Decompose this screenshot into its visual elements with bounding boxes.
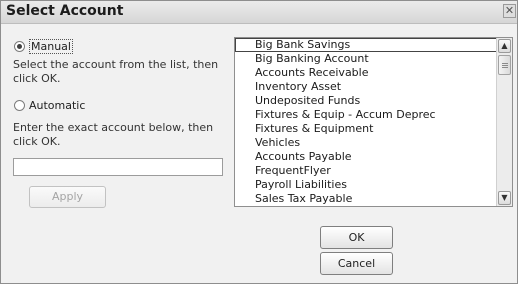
select-account-dialog: Select Account ✕ Manual Select the accou…: [0, 0, 518, 284]
scroll-up-icon[interactable]: ▲: [498, 39, 511, 53]
account-list-item[interactable]: Undeposited Funds: [235, 94, 497, 108]
automatic-radio-option[interactable]: Automatic: [14, 99, 85, 112]
manual-radio-option[interactable]: Manual: [14, 39, 73, 54]
account-list-item[interactable]: Big Banking Account: [235, 52, 497, 66]
apply-button[interactable]: Apply: [29, 186, 106, 208]
automatic-instruction: Enter the exact account below, then clic…: [13, 121, 214, 148]
dialog-title: Select Account: [6, 3, 124, 19]
account-list-item[interactable]: Accounts Receivable: [235, 66, 497, 80]
scroll-down-icon[interactable]: ▼: [498, 191, 511, 205]
ok-button[interactable]: OK: [320, 226, 393, 249]
account-list-item[interactable]: Accounts Payable: [235, 150, 497, 164]
account-list-item[interactable]: Payroll Liabilities: [235, 178, 497, 192]
account-list-item[interactable]: Fixtures & Equipment: [235, 122, 497, 136]
account-listbox[interactable]: Big Bank Savings Big Banking Account Accou…: [234, 37, 513, 207]
account-list-item[interactable]: Fixtures & Equip - Accum Deprec: [235, 108, 497, 122]
scroll-thumb[interactable]: [498, 55, 511, 75]
account-list: Big Bank Savings Big Banking Account Accou…: [235, 38, 497, 206]
list-scrollbar[interactable]: ▲ ▼: [496, 38, 512, 206]
automatic-radio-label[interactable]: Automatic: [29, 99, 85, 112]
manual-radio-button[interactable]: [14, 41, 25, 52]
manual-instruction: Select the account from the list, then c…: [13, 58, 219, 85]
account-list-item[interactable]: FrequentFlyer: [235, 164, 497, 178]
automatic-radio-button[interactable]: [14, 100, 25, 111]
account-list-item[interactable]: Vehicles: [235, 136, 497, 150]
account-list-item[interactable]: Sales Tax Payable: [235, 192, 497, 206]
cancel-button[interactable]: Cancel: [320, 252, 393, 275]
account-list-item[interactable]: Big Bank Savings: [235, 38, 497, 52]
exact-account-input[interactable]: [13, 158, 223, 176]
close-icon[interactable]: ✕: [503, 4, 516, 18]
account-list-item[interactable]: Inventory Asset: [235, 80, 497, 94]
title-bar[interactable]: Select Account ✕: [1, 1, 517, 24]
manual-radio-label[interactable]: Manual: [29, 39, 73, 54]
